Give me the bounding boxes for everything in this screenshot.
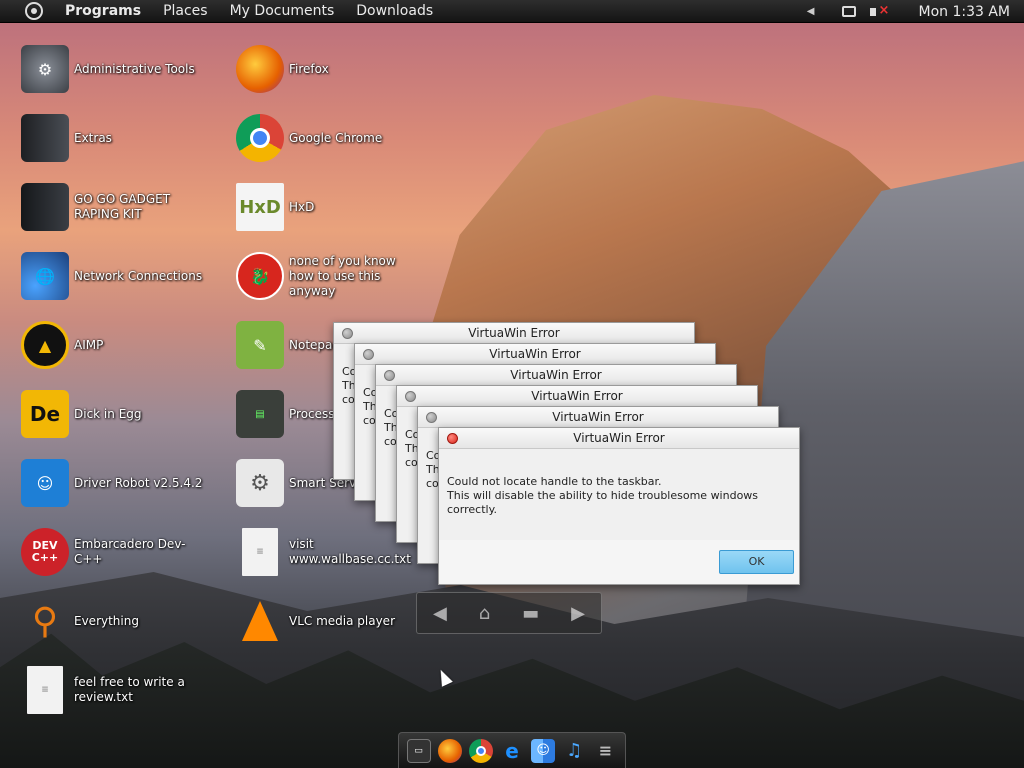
music-icon[interactable]: ♫ — [562, 739, 586, 763]
dialog-title: VirtuaWin Error — [552, 410, 644, 424]
desktop-icon-firefox[interactable]: Firefox — [236, 45, 329, 93]
terminal-icon[interactable]: ▭ — [406, 738, 431, 763]
desktop-icon-everything[interactable]: ⚲ Everything — [21, 597, 139, 645]
desktop-icon-dick-in-egg[interactable]: De Dick in Egg — [21, 390, 142, 438]
icon-label: HxD — [289, 199, 315, 214]
icon-label: GO GO GADGET RAPING KIT — [74, 192, 171, 221]
text-file-icon: ≡ — [27, 666, 63, 714]
icon-label: AIMP — [74, 337, 104, 352]
magnifier-icon: ⚲ — [31, 600, 59, 642]
desktop-icon-chrome[interactable]: Google Chrome — [236, 114, 382, 162]
icon-label: Dick in Egg — [74, 406, 142, 421]
icon-label: Administrative Tools — [74, 61, 195, 76]
dialog-footer: OK — [439, 540, 799, 584]
dialog-title: VirtuaWin Error — [531, 389, 623, 403]
chrome-icon[interactable] — [468, 738, 493, 763]
icon-label: VLC media player — [289, 613, 396, 628]
icon-label: none of you know how to use this anyway — [289, 253, 396, 298]
desktop-icon-network-connections[interactable]: 🌐 Network Connections — [21, 252, 202, 300]
dialog-titlebar[interactable]: VirtuaWin Error — [355, 344, 715, 365]
desktop-icon-aimp[interactable]: ▲ AIMP — [21, 321, 103, 369]
icon-label: feel free to write a review.txt — [74, 675, 185, 704]
icon-label: Process — [289, 406, 335, 421]
network-icon: 🌐 — [21, 252, 69, 300]
dick-in-egg-icon: De — [21, 390, 69, 438]
dialog-titlebar[interactable]: VirtuaWin Error — [439, 428, 799, 449]
close-button[interactable] — [405, 391, 416, 402]
red-dragon-icon: 🐉 — [236, 252, 284, 300]
driver-robot-icon: ☺ — [21, 459, 69, 507]
forward-arrow-icon[interactable]: ▶ — [571, 603, 585, 624]
desktop-icon-vlc[interactable]: VLC media player — [236, 597, 395, 645]
start-logo-icon[interactable] — [25, 2, 43, 20]
finder-icon[interactable]: ☺ — [531, 738, 556, 763]
menu-icon[interactable]: ≡ — [593, 739, 617, 763]
icon-label: Google Chrome — [289, 130, 383, 145]
notepad-icon: ✎ — [236, 321, 284, 369]
firefox-icon — [236, 45, 284, 93]
dialog-title: VirtuaWin Error — [468, 326, 560, 340]
network-tray-icon[interactable] — [842, 6, 857, 17]
close-button[interactable] — [363, 349, 374, 360]
ie-icon[interactable]: e — [500, 739, 524, 763]
home-icon[interactable]: ⌂ — [479, 603, 490, 624]
clock[interactable]: Mon 1:33 AM — [918, 4, 1010, 20]
chrome-icon — [236, 114, 284, 162]
close-button[interactable] — [447, 433, 458, 444]
desktop-icon-extras[interactable]: Extras — [21, 114, 112, 162]
dialog-titlebar[interactable]: VirtuaWin Error — [418, 407, 778, 428]
folder-icon — [21, 114, 69, 162]
devcpp-icon: DEV C++ — [21, 528, 69, 576]
text-file-icon: ≡ — [242, 528, 278, 576]
dialog-title: VirtuaWin Error — [510, 368, 602, 382]
process-icon: ▤ — [236, 390, 284, 438]
volume-muted-icon[interactable] — [870, 3, 889, 19]
dialog-titlebar[interactable]: VirtuaWin Error — [376, 365, 736, 386]
back-arrow-icon[interactable]: ◀ — [433, 603, 447, 624]
desktop-icon-gadget-kit[interactable]: GO GO GADGET RAPING KIT — [21, 183, 209, 231]
menu-my-documents[interactable]: My Documents — [230, 3, 335, 19]
file-nav-toolbar: ◀ ⌂ ▬ ▶ — [416, 592, 602, 634]
error-dialog-active: VirtuaWin Error Could not locate handle … — [438, 427, 800, 585]
close-button[interactable] — [384, 370, 395, 381]
top-panel: Programs Places My Documents Downloads ◀… — [0, 0, 1024, 23]
dialog-message: Could not locate handle to the taskbar. … — [447, 475, 759, 516]
close-button[interactable] — [342, 328, 353, 339]
icon-label: Extras — [74, 130, 112, 145]
desktop-icon-notepad[interactable]: ✎ Notepad — [236, 321, 340, 369]
desktop-icon-administrative-tools[interactable]: ⚙ Administrative Tools — [21, 45, 195, 93]
desktop-icon-driver-robot[interactable]: ☺ Driver Robot v2.5.4.2 — [21, 459, 202, 507]
icon-label: Network Connections — [74, 268, 203, 283]
menu-places[interactable]: Places — [163, 3, 208, 19]
firefox-icon[interactable] — [437, 738, 462, 763]
dialog-titlebar[interactable]: VirtuaWin Error — [397, 386, 757, 407]
dialog-title: VirtuaWin Error — [489, 347, 581, 361]
desktop-icon-red-dragon[interactable]: 🐉 none of you know how to use this anywa… — [236, 252, 424, 300]
icon-label: Embarcadero Dev-C++ — [74, 537, 186, 566]
close-button[interactable] — [426, 412, 437, 423]
smart-services-icon: ⚙ — [236, 459, 284, 507]
admin-tools-icon: ⚙ — [21, 45, 69, 93]
vlc-icon — [236, 597, 284, 645]
desktop-icon-process[interactable]: ▤ Process — [236, 390, 335, 438]
ok-button[interactable]: OK — [719, 550, 794, 574]
desktop-icon-review-txt[interactable]: ≡ feel free to write a review.txt — [21, 666, 209, 714]
pc-icon — [21, 183, 69, 231]
desktop-icon-hxd[interactable]: HxD HxD — [236, 183, 314, 231]
folder-icon[interactable]: ▬ — [522, 603, 539, 624]
hxd-icon: HxD — [236, 183, 284, 231]
icon-label: Driver Robot v2.5.4.2 — [74, 475, 203, 490]
desktop-icon-devcpp[interactable]: DEV C++ Embarcadero Dev-C++ — [21, 528, 209, 576]
dialog-titlebar[interactable]: VirtuaWin Error — [334, 323, 694, 344]
tray-collapse-icon[interactable]: ◀ — [807, 6, 815, 17]
aimp-icon: ▲ — [21, 321, 69, 369]
dock: ▭ e ☺ ♫ ≡ — [398, 732, 626, 768]
dialog-title: VirtuaWin Error — [573, 431, 665, 445]
icon-label: Firefox — [289, 61, 329, 76]
icon-label: Everything — [74, 613, 139, 628]
menu-downloads[interactable]: Downloads — [356, 3, 433, 19]
menu-programs[interactable]: Programs — [65, 3, 141, 19]
